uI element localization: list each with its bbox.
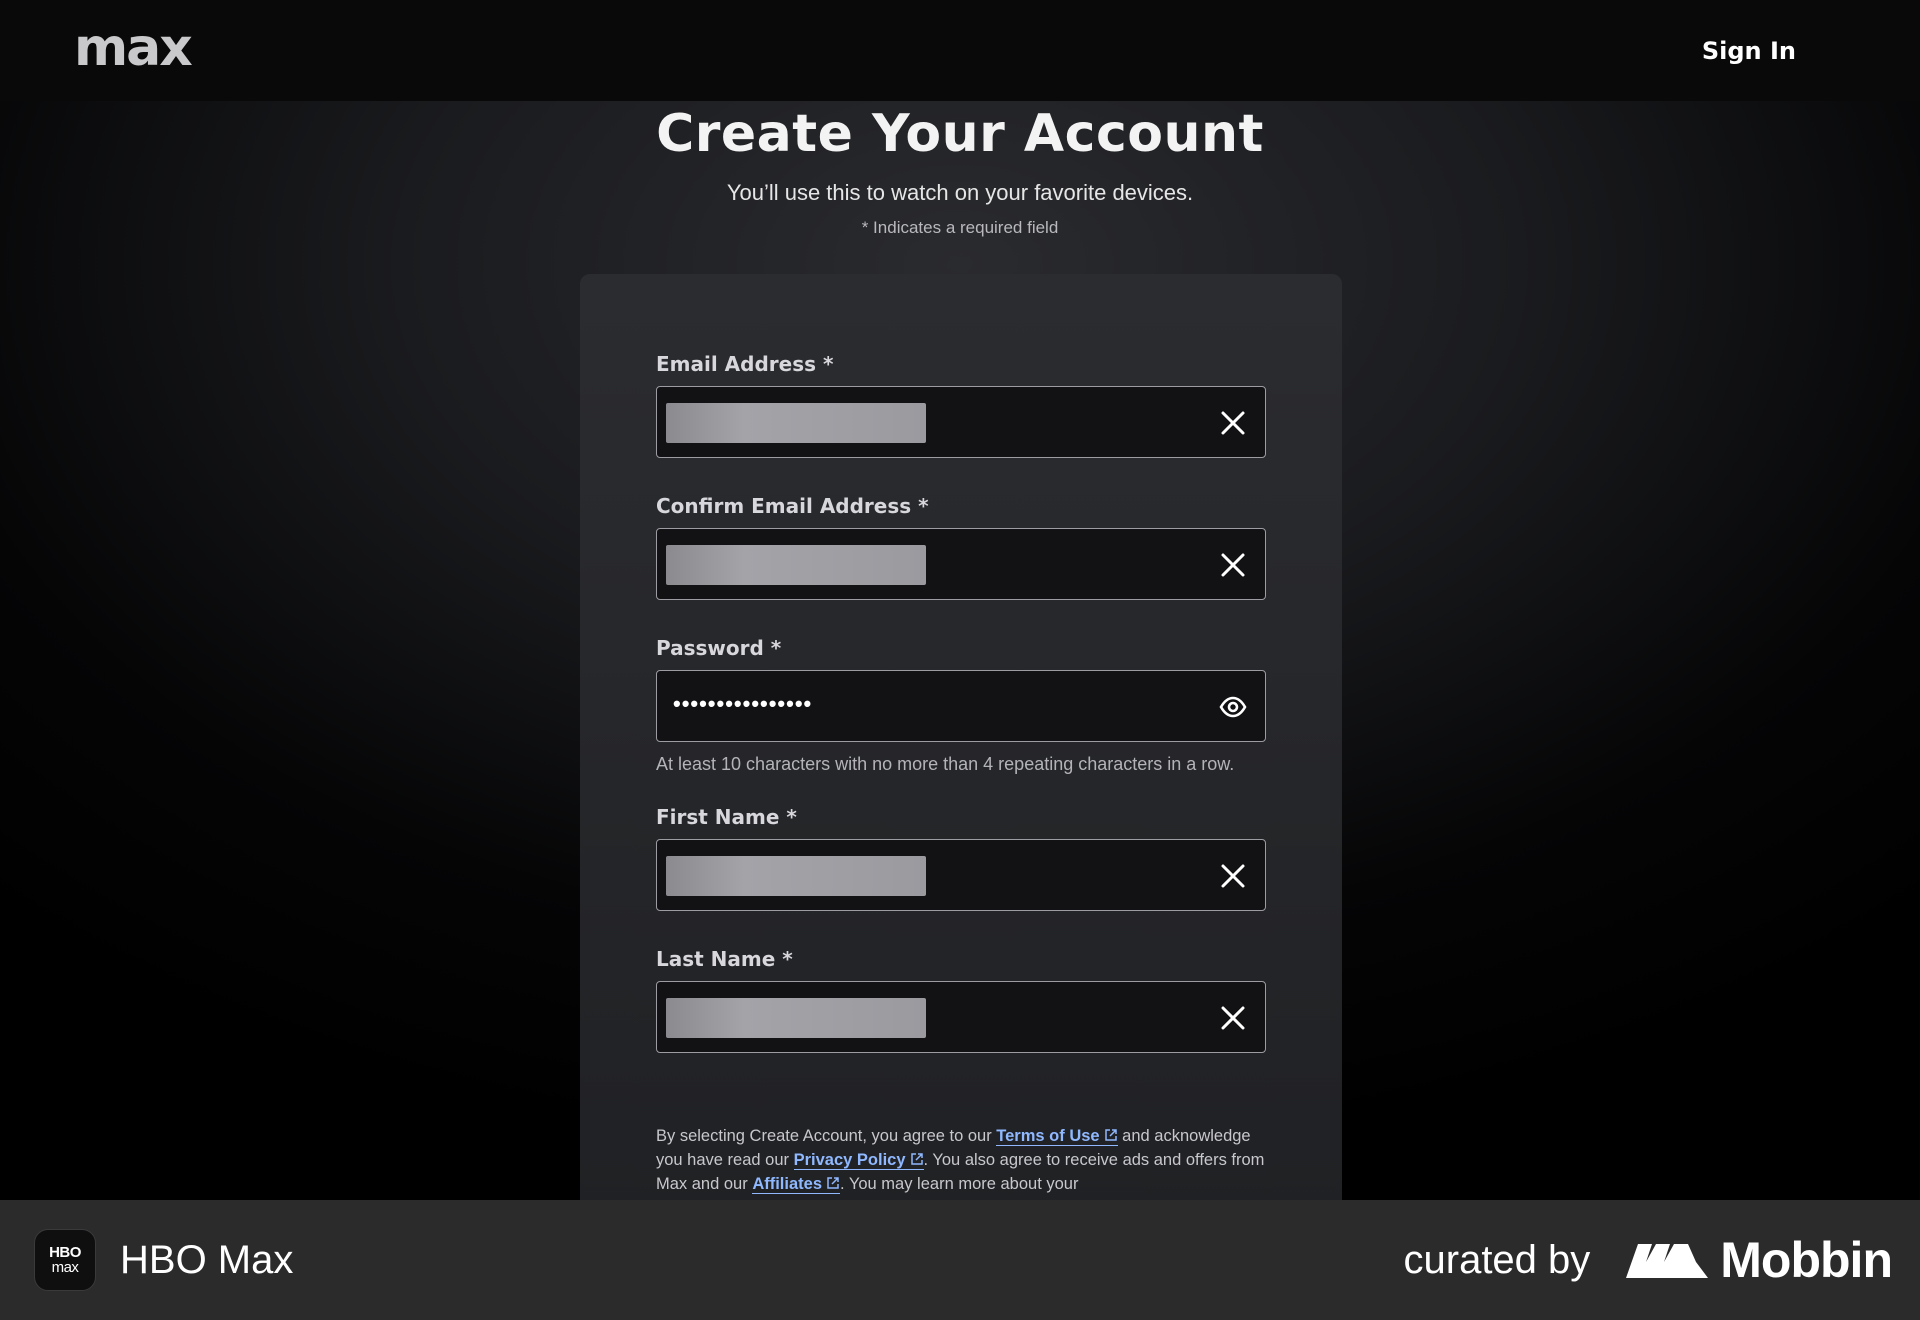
privacy-policy-link[interactable]: Privacy Policy <box>793 1151 924 1170</box>
external-link-icon <box>1104 1129 1117 1141</box>
external-link-icon <box>827 1177 839 1189</box>
last-name-field-group: Last Name * <box>656 947 1266 1053</box>
affiliates-link[interactable]: Affiliates <box>752 1175 840 1194</box>
first-name-label: First Name * <box>656 805 797 829</box>
clear-last-name-button[interactable] <box>1219 1004 1247 1032</box>
confirm-email-input[interactable] <box>656 528 1266 600</box>
show-password-button[interactable] <box>1219 693 1247 721</box>
last-name-label: Last Name * <box>656 947 793 971</box>
sign-in-link[interactable]: Sign In <box>1702 37 1796 65</box>
first-name-field-group: First Name * <box>656 805 1266 911</box>
confirm-email-label: Confirm Email Address * <box>656 494 929 518</box>
app-icon-text-bottom: max <box>51 1259 79 1276</box>
close-icon <box>1221 553 1245 577</box>
page-subtitle: You’ll use this to watch on your favorit… <box>726 180 1194 205</box>
password-input[interactable]: •••••••••••••••• <box>656 670 1266 742</box>
hbo-max-app-icon: HBO max <box>34 1229 96 1291</box>
clear-email-button[interactable] <box>1219 409 1247 437</box>
password-hint: At least 10 characters with no more than… <box>656 754 1235 774</box>
affiliates-label: Affiliates <box>752 1175 822 1193</box>
close-icon <box>1221 1006 1245 1030</box>
password-field-group: Password * •••••••••••••••• At least 10 … <box>656 636 1266 775</box>
create-account-form: Email Address * Confirm Email Address * … <box>580 274 1342 1220</box>
eye-icon <box>1219 696 1247 718</box>
privacy-policy-label: Privacy Policy <box>793 1151 906 1169</box>
top-navigation-bar: max Sign In <box>0 0 1920 101</box>
confirm-email-field-group: Confirm Email Address * <box>656 494 1266 600</box>
redacted-value <box>666 856 926 896</box>
external-link-icon <box>910 1153 923 1165</box>
curated-by: curated by Mobbin <box>1404 1231 1893 1289</box>
curated-by-label: curated by <box>1403 1237 1591 1282</box>
last-name-input[interactable] <box>656 981 1266 1053</box>
terms-of-use-label: Terms of Use <box>996 1127 1100 1145</box>
mobbin-brand: Mobbin <box>1626 1231 1893 1289</box>
app-identity: HBO max HBO Max <box>34 1229 293 1291</box>
first-name-input[interactable] <box>656 839 1266 911</box>
max-logo[interactable]: max <box>74 22 193 74</box>
footer-bar: HBO max HBO Max curated by Mobbin <box>0 1200 1920 1320</box>
email-field-group: Email Address * <box>656 352 1266 458</box>
terms-of-use-link[interactable]: Terms of Use <box>996 1127 1118 1146</box>
app-icon-text-top: HBO <box>49 1244 81 1261</box>
redacted-value <box>666 545 926 585</box>
mobbin-wordmark: Mobbin <box>1720 1232 1893 1288</box>
mobbin-logo-icon <box>1626 1244 1709 1278</box>
close-icon <box>1221 411 1245 435</box>
required-field-note: * Indicates a required field <box>861 218 1059 237</box>
clear-confirm-email-button[interactable] <box>1219 551 1247 579</box>
email-label: Email Address * <box>656 352 834 376</box>
legal-disclaimer: By selecting Create Account, you agree t… <box>656 1124 1266 1196</box>
app-name: HBO Max <box>120 1237 294 1282</box>
page-title: Create Your Account <box>656 104 1264 164</box>
password-label: Password * <box>656 636 782 660</box>
password-masked-value: •••••••••••••••• <box>673 691 813 716</box>
legal-text: By selecting Create Account, you agree t… <box>656 1127 997 1145</box>
redacted-value <box>666 998 926 1038</box>
page-header: Create Your Account You’ll use this to w… <box>0 104 1920 238</box>
clear-first-name-button[interactable] <box>1219 862 1247 890</box>
email-input[interactable] <box>656 386 1266 458</box>
close-icon <box>1221 864 1245 888</box>
legal-text: . You may learn more about your <box>840 1175 1079 1193</box>
redacted-value <box>666 403 926 443</box>
